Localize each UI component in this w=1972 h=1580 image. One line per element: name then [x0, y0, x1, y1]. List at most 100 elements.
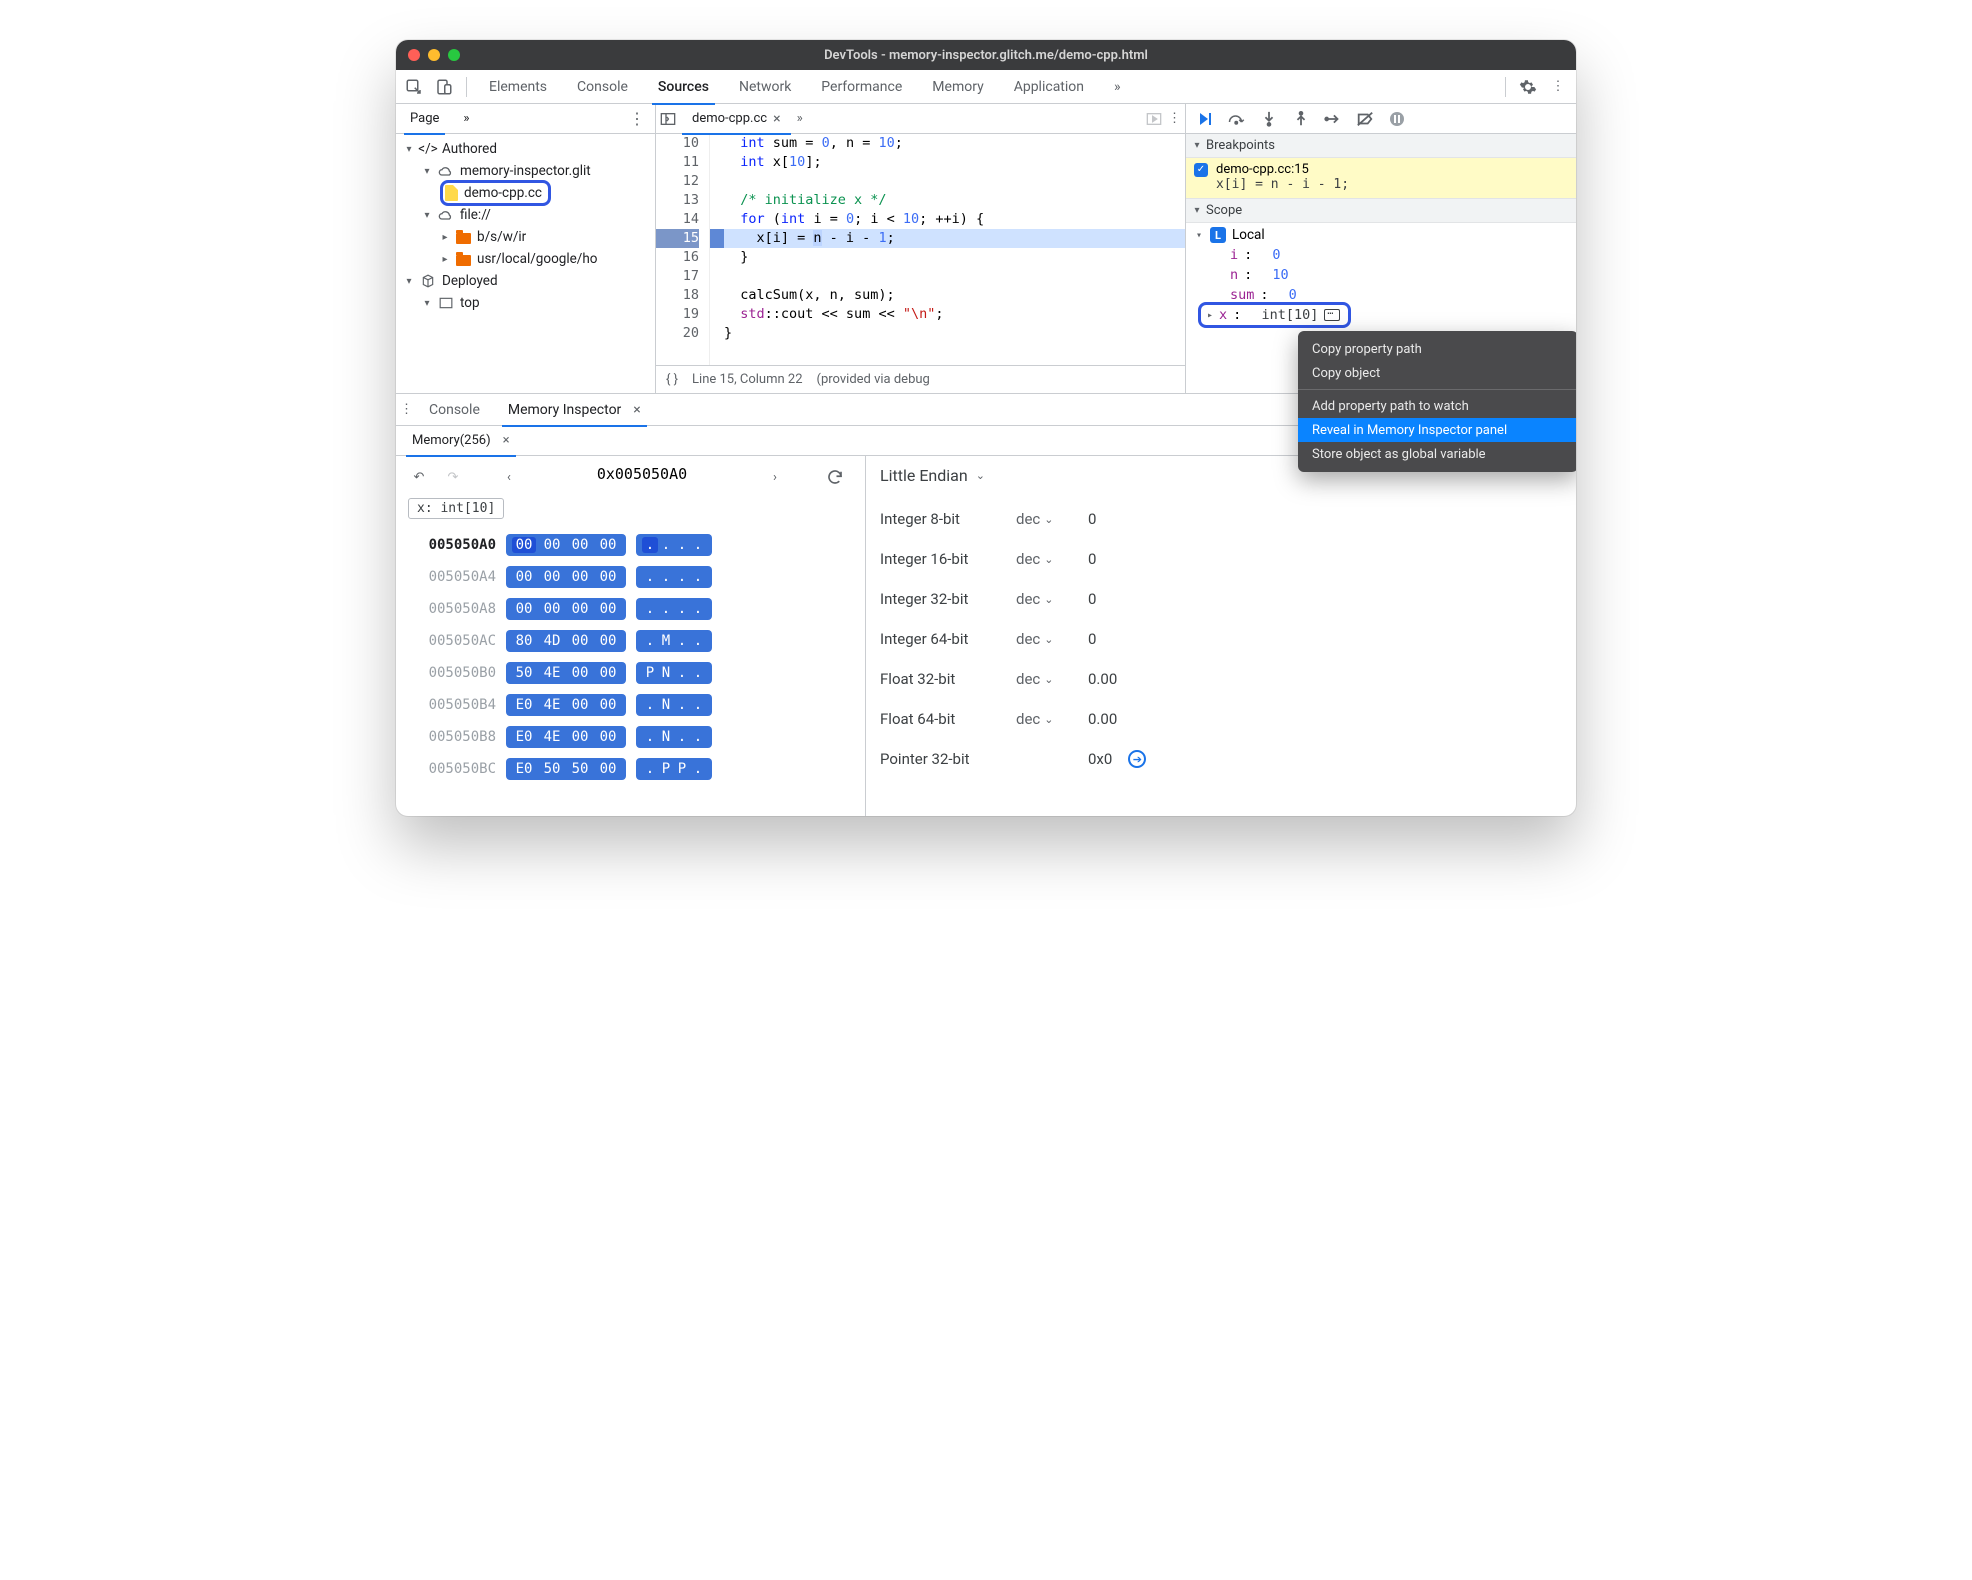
tree-folder-b[interactable]: usr/local/google/ho [396, 248, 655, 270]
menu-add-watch[interactable]: Add property path to watch [1298, 394, 1576, 418]
cloud-icon [438, 163, 454, 179]
hex-row[interactable]: 005050B4E04E0000.N.. [406, 689, 855, 721]
value-format-select[interactable]: dec ⌄ [1016, 510, 1072, 528]
cursor-position: Line 15, Column 22 [692, 372, 802, 387]
tab-sources[interactable]: Sources [644, 70, 723, 104]
editor-tab-more[interactable]: » [797, 111, 803, 126]
hex-table[interactable]: 005050A000000000....005050A400000000....… [396, 529, 865, 785]
step-into-icon[interactable] [1260, 110, 1278, 128]
window-title: DevTools - memory-inspector.glitch.me/de… [396, 48, 1576, 63]
resume-icon[interactable] [1196, 110, 1214, 128]
menu-reveal-memory-inspector[interactable]: Reveal in Memory Inspector panel [1298, 418, 1576, 442]
tree-label: Deployed [442, 273, 498, 289]
navigator-menu-icon[interactable]: ⋮ [623, 109, 651, 128]
step-over-icon[interactable] [1228, 110, 1246, 128]
tree-label: top [460, 295, 480, 311]
tree-file-selected[interactable]: demo-cpp.cc [396, 182, 655, 204]
tab-application[interactable]: Application [1000, 70, 1098, 104]
tree-deployed[interactable]: Deployed [396, 270, 655, 292]
settings-icon[interactable] [1514, 73, 1542, 101]
scope-var-n[interactable]: n: 10 [1186, 265, 1576, 285]
editor-menu-icon[interactable]: ⋮ [1168, 111, 1181, 126]
menu-copy-object[interactable]: Copy object [1298, 361, 1576, 385]
value-format-select[interactable]: dec ⌄ [1016, 670, 1072, 688]
toggle-navigator-icon[interactable] [660, 112, 676, 126]
jump-to-address-icon[interactable]: ➔ [1128, 750, 1146, 768]
tree-file-scheme[interactable]: file:// [396, 204, 655, 226]
tree-folder-a[interactable]: b/s/w/ir [396, 226, 655, 248]
navigator-tab-page[interactable]: Page [400, 104, 449, 134]
value-label: Pointer 32-bit [880, 750, 1000, 768]
breakpoints-header[interactable]: Breakpoints [1186, 134, 1576, 158]
tabs-overflow[interactable]: » [1100, 70, 1135, 104]
scope-var-i[interactable]: i: 0 [1186, 245, 1576, 265]
hex-row[interactable]: 005050A800000000.... [406, 593, 855, 625]
hex-row[interactable]: 005050A000000000.... [406, 529, 855, 561]
hex-row[interactable]: 005050BCE0505000.PP. [406, 753, 855, 785]
undo-icon[interactable]: ↶ [408, 466, 430, 488]
line-gutter: 1011121314151617181920 [656, 134, 710, 365]
inspect-element-icon[interactable] [400, 73, 428, 101]
step-out-icon[interactable] [1292, 110, 1310, 128]
value-format-select[interactable]: dec ⌄ [1016, 590, 1072, 608]
close-icon[interactable]: × [503, 433, 510, 448]
hex-row[interactable]: 005050AC804D0000.M.. [406, 625, 855, 657]
menu-store-global[interactable]: Store object as global variable [1298, 442, 1576, 466]
code-body[interactable]: int sum = 0, n = 10; int x[10]; /* initi… [710, 134, 1185, 365]
code-editor[interactable]: 1011121314151617181920 int sum = 0, n = … [656, 134, 1185, 365]
hex-bytes: E0505000 [506, 758, 626, 780]
drawer-tab-memory-inspector[interactable]: Memory Inspector× [496, 394, 653, 426]
deactivate-breakpoints-icon[interactable] [1356, 110, 1374, 128]
hex-address: 005050A0 [406, 537, 496, 553]
tab-console[interactable]: Console [563, 70, 642, 104]
tab-performance[interactable]: Performance [807, 70, 916, 104]
breakpoint-checkbox[interactable]: ✓ [1194, 163, 1208, 177]
value-format-select[interactable]: dec ⌄ [1016, 710, 1072, 728]
value-format-select[interactable]: dec ⌄ [1016, 630, 1072, 648]
breakpoint-item[interactable]: ✓demo-cpp.cc:15 x[i] = n - i - 1; [1186, 158, 1576, 199]
scope-var-x[interactable]: x: int[10] Copy property path Copy objec… [1186, 305, 1576, 325]
close-icon[interactable]: × [633, 402, 640, 418]
value-label: Float 64-bit [880, 710, 1000, 728]
tree-domain[interactable]: memory-inspector.glit [396, 160, 655, 182]
hex-row[interactable]: 005050B8E04E0000.N.. [406, 721, 855, 753]
device-toolbar-icon[interactable] [430, 73, 458, 101]
code-brackets-icon: </> [420, 141, 436, 157]
tab-elements[interactable]: Elements [475, 70, 561, 104]
redo-icon[interactable]: ↷ [442, 466, 464, 488]
value-format-select[interactable]: dec ⌄ [1016, 550, 1072, 568]
object-tag[interactable]: x: int[10] [408, 498, 504, 519]
navigator-tab-more[interactable]: » [453, 104, 479, 134]
tab-memory[interactable]: Memory [918, 70, 997, 104]
memory-inspector-icon[interactable] [1324, 309, 1340, 321]
hex-bytes: 00000000 [506, 566, 626, 588]
address-input[interactable]: 0x005050A0 [532, 464, 752, 490]
pause-on-exceptions-icon[interactable] [1388, 110, 1406, 128]
tree-authored[interactable]: </>Authored [396, 138, 655, 160]
source-file-icon [445, 185, 458, 201]
pretty-print-icon[interactable]: { } [666, 372, 678, 387]
memory-tab[interactable]: Memory(256)× [402, 426, 520, 456]
run-snippet-icon[interactable] [1146, 112, 1162, 126]
hex-bytes: 00000000 [506, 598, 626, 620]
drawer-menu-icon[interactable]: ⋮ [400, 402, 413, 417]
editor-tab[interactable]: demo-cpp.cc× [682, 104, 791, 134]
scope-local[interactable]: LLocal [1186, 225, 1576, 245]
drawer-tab-console[interactable]: Console [417, 394, 492, 426]
tree-label: usr/local/google/ho [477, 251, 598, 267]
scope-header[interactable]: Scope [1186, 199, 1576, 223]
close-icon[interactable]: × [773, 111, 780, 127]
page-next-icon[interactable]: › [764, 466, 786, 488]
hex-bytes: 00000000 [506, 534, 626, 556]
menu-copy-property-path[interactable]: Copy property path [1298, 337, 1576, 361]
value-row: Integer 16-bitdec ⌄0 [880, 539, 1562, 579]
tree-top[interactable]: top [396, 292, 655, 314]
kebab-menu-icon[interactable]: ⋮ [1544, 73, 1572, 101]
step-icon[interactable] [1324, 110, 1342, 128]
tab-network[interactable]: Network [725, 70, 805, 104]
hex-row[interactable]: 005050A400000000.... [406, 561, 855, 593]
scope-section: LLocal i: 0 n: 10 sum: 0 x: int[10] Copy… [1186, 223, 1576, 331]
refresh-icon[interactable] [824, 466, 846, 488]
page-prev-icon[interactable]: ‹ [498, 466, 520, 488]
hex-row[interactable]: 005050B0504E0000PN.. [406, 657, 855, 689]
